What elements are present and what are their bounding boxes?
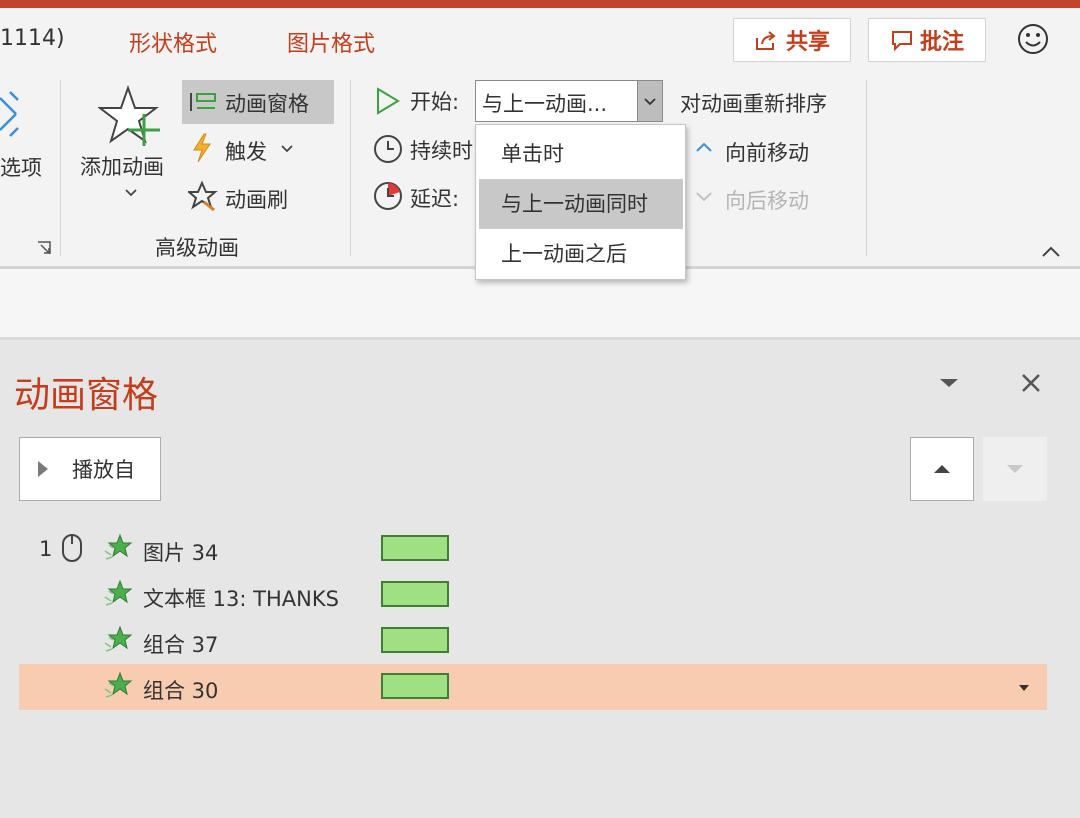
effect-options-label[interactable]: 选项 — [0, 152, 42, 182]
dialog-launcher-icon[interactable] — [36, 240, 52, 256]
tab-shape-format[interactable]: 形状格式 — [129, 26, 217, 58]
chevron-down-icon — [696, 192, 712, 202]
group-label-advanced-animation: 高级动画 — [155, 236, 239, 260]
animation-painter-label[interactable]: 动画刷 — [225, 184, 288, 214]
ribbon-separator — [350, 80, 351, 256]
ribbon-separator — [866, 80, 867, 256]
start-combo[interactable]: 与上一动画... — [475, 80, 663, 122]
entrance-effect-star-icon — [104, 625, 133, 652]
entrance-effect-star-icon — [104, 671, 133, 698]
timeline-bar[interactable] — [381, 581, 449, 607]
play-from-button[interactable]: 播放自 — [19, 437, 161, 501]
item-name: 图片 34 — [143, 541, 219, 565]
share-label: 共享 — [785, 30, 830, 55]
start-combo-dropdown-button[interactable] — [637, 80, 663, 122]
item-dropdown-icon[interactable] — [1017, 683, 1031, 693]
dropdown-option-after-previous[interactable]: 上一动画之后 — [479, 229, 683, 279]
delay-clock-icon — [374, 182, 402, 210]
start-label: 开始: — [410, 90, 460, 114]
comments-label: 批注 — [919, 30, 964, 55]
animation-list-item[interactable]: 文本框 13: THANKS — [19, 572, 1047, 618]
start-dropdown-list: 单击时 与上一动画同时 上一动画之后 — [475, 124, 686, 280]
item-index: 1 — [39, 537, 53, 561]
chevron-down-icon — [644, 98, 656, 106]
item-name: 文本框 13: THANKS — [143, 587, 339, 611]
effect-options-icon[interactable] — [0, 88, 22, 140]
ribbon-separator — [60, 80, 61, 256]
item-name: 组合 37 — [143, 633, 219, 657]
entrance-effect-star-icon — [104, 579, 133, 606]
reorder-title: 对动画重新排序 — [680, 92, 827, 116]
smiley-feedback-icon[interactable] — [1016, 22, 1050, 56]
pane-options-dropdown-icon[interactable] — [938, 376, 960, 390]
tab-picture-format[interactable]: 图片格式 — [287, 26, 375, 58]
timeline-bar[interactable] — [381, 673, 449, 699]
tab-truncated-title[interactable]: 1114) — [0, 26, 65, 51]
duration-label: 持续时 — [410, 139, 473, 163]
animation-pane-icon — [190, 93, 216, 111]
entrance-effect-star-icon — [104, 533, 133, 560]
clock-icon — [374, 135, 402, 163]
move-earlier-button[interactable]: 向前移动 — [725, 137, 809, 167]
chevron-up-icon — [696, 142, 712, 152]
triangle-up-icon — [934, 465, 950, 473]
share-button[interactable]: 共享 — [733, 18, 851, 62]
comment-icon — [891, 31, 912, 52]
move-down-button[interactable] — [983, 437, 1047, 501]
comments-button[interactable]: 批注 — [868, 18, 986, 62]
start-combo-value: 与上一动画... — [482, 92, 608, 116]
triangle-down-icon — [1007, 465, 1023, 473]
dropdown-option-on-click[interactable]: 单击时 — [479, 129, 683, 179]
collapse-ribbon-icon[interactable] — [1040, 244, 1062, 260]
delay-label: 延迟: — [410, 187, 460, 211]
strip-divider — [0, 337, 1080, 340]
timeline-bar[interactable] — [381, 535, 449, 561]
animation-list-item[interactable]: 1 图片 34 — [19, 526, 1047, 572]
play-from-label: 播放自 — [72, 458, 135, 482]
pane-title: 动画窗格 — [14, 375, 159, 416]
close-icon[interactable] — [1020, 372, 1042, 394]
lightning-bolt-icon — [193, 133, 211, 163]
title-bar-accent — [0, 0, 1080, 8]
move-up-button[interactable] — [910, 437, 974, 501]
item-name: 组合 30 — [143, 679, 219, 703]
animation-pane-label: 动画窗格 — [225, 92, 309, 116]
dropdown-option-with-previous[interactable]: 与上一动画同时 — [479, 179, 683, 229]
animation-painter-icon — [188, 180, 218, 212]
add-animation-label[interactable]: 添加动画 — [80, 151, 164, 181]
chevron-down-icon[interactable] — [280, 144, 294, 154]
timeline-bar[interactable] — [381, 627, 449, 653]
play-icon — [38, 461, 48, 477]
animation-list-item-selected[interactable]: 组合 30 — [19, 664, 1047, 710]
move-later-button[interactable]: 向后移动 — [725, 185, 809, 215]
animation-list-item[interactable]: 组合 37 — [19, 618, 1047, 664]
mouse-click-icon — [62, 534, 82, 562]
trigger-label[interactable]: 触发 — [225, 136, 267, 166]
add-animation-star-icon[interactable] — [98, 84, 162, 148]
chevron-down-icon[interactable] — [124, 188, 138, 198]
share-icon — [755, 31, 776, 50]
play-start-icon — [377, 87, 400, 115]
